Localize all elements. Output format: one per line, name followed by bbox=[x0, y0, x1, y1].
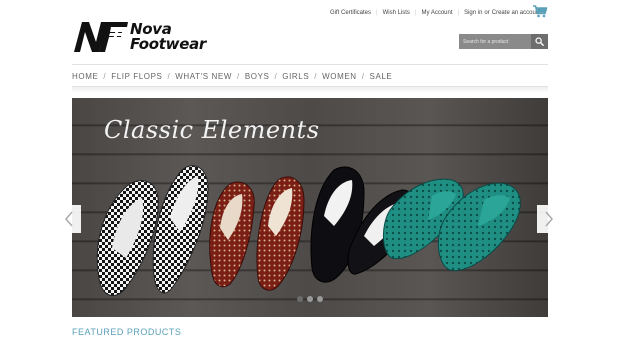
slider-prev-button[interactable] bbox=[57, 205, 81, 233]
search-input[interactable] bbox=[459, 34, 531, 49]
nav-separator: / bbox=[236, 72, 240, 81]
search-bar bbox=[459, 34, 548, 49]
separator: | bbox=[376, 10, 378, 16]
hero-slider[interactable]: Classic Elements bbox=[72, 98, 548, 317]
search-button[interactable] bbox=[531, 34, 548, 49]
search-icon bbox=[535, 37, 544, 46]
nav-item-women[interactable]: WOMEN bbox=[322, 72, 357, 81]
slider-dot-2[interactable] bbox=[307, 296, 313, 302]
nav-item-home[interactable]: HOME bbox=[72, 72, 98, 81]
nav-separator: / bbox=[314, 72, 318, 81]
houndstooth-shoes bbox=[96, 165, 209, 297]
chevron-left-icon bbox=[65, 211, 73, 227]
logo-wordmark: Nova Footwear bbox=[130, 22, 206, 52]
featured-products-heading: FEATURED PRODUCTS bbox=[72, 327, 182, 337]
main-navigation: HOME / FLIP FLOPS / WHAT'S NEW / BOYS / … bbox=[72, 72, 392, 81]
top-utility-links: Gift Certificates | Wish Lists | My Acco… bbox=[330, 8, 541, 18]
nav-separator: / bbox=[167, 72, 171, 81]
logo-mark-icon bbox=[74, 22, 128, 52]
sign-in-link[interactable]: Sign in bbox=[464, 10, 482, 16]
nav-separator: / bbox=[274, 72, 278, 81]
nav-item-girls[interactable]: GIRLS bbox=[282, 72, 309, 81]
slide-title: Classic Elements bbox=[104, 116, 320, 144]
slider-pagination bbox=[297, 296, 323, 302]
nav-item-boys[interactable]: BOYS bbox=[245, 72, 270, 81]
logo-line-2: Footwear bbox=[130, 35, 207, 53]
chevron-right-icon bbox=[545, 211, 553, 227]
separator: | bbox=[457, 10, 460, 16]
nav-separator: / bbox=[103, 72, 107, 81]
nav-item-sale[interactable]: SALE bbox=[370, 72, 393, 81]
nav-item-whats-new[interactable]: WHAT'S NEW bbox=[175, 72, 232, 81]
separator: | bbox=[414, 10, 417, 16]
or-text: or bbox=[484, 10, 490, 16]
wish-lists-link[interactable]: Wish Lists bbox=[383, 10, 410, 16]
nav-separator: / bbox=[361, 72, 365, 81]
slider-dot-1[interactable] bbox=[297, 296, 303, 302]
slider-dot-3[interactable] bbox=[317, 296, 323, 302]
shopping-cart-icon[interactable] bbox=[532, 4, 548, 18]
gift-certificates-link[interactable]: Gift Certificates bbox=[330, 10, 371, 16]
nav-item-flip-flops[interactable]: FLIP FLOPS bbox=[111, 72, 162, 81]
nav-divider-top bbox=[72, 64, 548, 65]
red-studded-shoes bbox=[209, 176, 305, 291]
site-logo[interactable]: Nova Footwear bbox=[72, 20, 206, 56]
my-account-link[interactable]: My Account bbox=[421, 10, 452, 16]
slider-next-button[interactable] bbox=[537, 205, 561, 233]
nav-shadow bbox=[72, 87, 548, 93]
